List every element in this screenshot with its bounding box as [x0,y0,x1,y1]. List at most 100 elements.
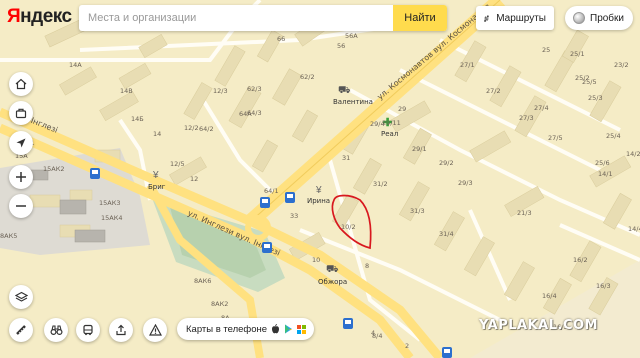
layers-button[interactable] [9,285,33,309]
bus-stop-icon[interactable] [285,192,295,203]
home-icon [15,78,27,90]
house-number-label: 2 [405,342,409,350]
watermark: YAPLAKAL.COM [479,318,598,333]
house-number-label: 62/3 [247,85,262,93]
house-number-label: 25/4 [606,132,621,140]
house-number-label: 27/1 [460,61,475,69]
svg-text:Бриг: Бриг [148,183,166,191]
search-box: Найти [79,5,447,31]
my-places-button[interactable] [9,101,33,125]
house-number-label: 8АК6 [194,277,211,285]
house-number-label: 25/6 [595,159,610,167]
zoom-out-button[interactable] [9,194,33,218]
house-number-label: 16/4 [542,292,557,300]
house-number-label: 16/3 [596,282,611,290]
house-number-label: 12/5 [170,160,185,168]
google-play-icon [285,324,293,334]
house-number-label: 15АК4 [101,214,122,222]
panorama-button[interactable] [44,318,68,342]
bus-stop-icon[interactable] [260,197,270,208]
location-arrow-icon [16,138,26,148]
minus-icon [16,205,26,207]
house-number-label: 25/1 [570,50,585,58]
traffic-label: Пробки [590,12,624,24]
svg-text:Реал: Реал [381,130,398,138]
share-icon [116,324,126,336]
house-number-label: 27/5 [548,134,563,142]
zoom-in-button[interactable] [9,165,33,189]
routes-button[interactable]: Маршруты [476,6,554,30]
house-number-label: 29/2 [439,159,454,167]
house-number-label: 4 [371,329,375,337]
bus-stop-icon[interactable] [90,168,100,179]
geolocation-button[interactable] [9,131,33,155]
house-number-label: 64А [239,110,252,118]
plus-icon [16,172,26,182]
windows-icon [297,324,307,334]
house-number-label: 27/4 [534,104,549,112]
house-number-label: 29/11 [382,119,401,127]
house-number-label: 14В [120,87,133,95]
house-number-label: 14/4 [628,225,640,233]
house-number-label: 8АК2 [211,300,228,308]
house-number-label: 27/3 [519,114,534,122]
house-number-label: 8 [365,262,369,270]
bus-stop-icon[interactable] [262,242,272,253]
house-number-label: 10/2 [341,223,356,231]
maps-in-phone-button[interactable]: Карты в телефоне [177,318,314,340]
house-number-label: 31/4 [439,230,454,238]
house-number-label: 12/3 [213,87,228,95]
svg-text:Валентина: Валентина [333,98,373,106]
transport-button[interactable] [76,318,100,342]
house-number-label: 14А [69,61,82,69]
bus-icon [83,324,93,336]
report-error-button[interactable] [143,318,167,342]
bus-stop-icon[interactable] [343,318,353,329]
share-button[interactable] [109,318,133,342]
house-number-label: 15АК3 [99,199,120,207]
cart-icon: ⛟ [326,264,339,275]
house-number-label: 14/1 [598,170,613,178]
briefcase-icon [15,108,27,119]
house-number-label: 15АК2 [43,165,64,173]
house-number-label: 56А [345,32,358,40]
warning-icon [148,324,162,336]
home-button[interactable] [9,72,33,96]
house-number-label: 14/2 [626,150,640,158]
house-number-label: 66 [277,35,285,43]
traffic-light-icon [573,12,585,24]
bus-stop-icon[interactable] [442,347,452,358]
house-number-label: 31/2 [373,180,388,188]
house-number-label: 25/5 [582,78,597,86]
ruler-button[interactable] [9,318,33,342]
cart-icon: ⛟ [338,85,351,96]
house-number-label: 56 [337,42,345,50]
layers-icon [14,291,28,302]
ruler-icon [16,325,26,335]
house-number-label: 8АК5 [0,232,17,240]
binoculars-icon [49,325,63,336]
house-number-label: 64/2 [199,125,214,133]
apple-icon [272,324,280,334]
house-number-label: 25 [542,46,550,54]
house-number-label: 31/3 [410,207,425,215]
search-button[interactable]: Найти [393,5,447,31]
house-number-label: 14Б [131,115,144,123]
house-number-label: 12/2 [184,124,199,132]
traffic-button[interactable]: Пробки [565,6,633,30]
phone-promo-label: Карты в телефоне [186,323,268,335]
house-number-label: 14 [153,130,161,138]
restaurant-icon: ¥ [152,170,159,181]
house-number-label: 62/2 [300,73,315,81]
house-number-label: 31 [342,154,350,162]
yandex-logo[interactable]: Яндекс [7,6,72,28]
restaurant-icon: ¥ [315,185,322,196]
search-input[interactable] [79,5,371,31]
house-number-label: 12 [190,175,198,183]
map-canvas[interactable]: ул. Космонавтов вул. Космонавтів ул. Инг… [0,0,640,358]
house-number-label: 25/3 [588,94,603,102]
svg-text:Обжора: Обжора [318,278,347,286]
house-number-label: 21/3 [517,209,532,217]
house-number-label: 23/2 [614,61,629,69]
house-number-label: 10 [312,256,320,264]
